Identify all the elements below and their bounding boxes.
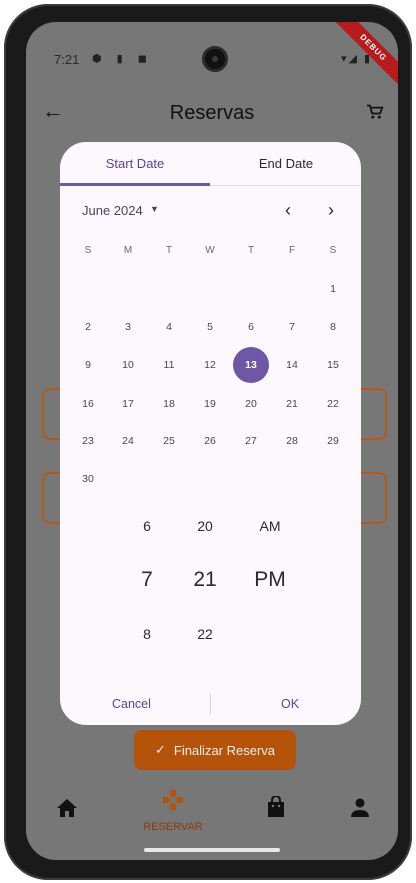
cart-icon[interactable] — [366, 104, 384, 120]
cancel-button[interactable]: Cancel — [112, 697, 151, 711]
hour-prev[interactable]: 6 — [132, 518, 162, 534]
day-cell[interactable]: 27 — [233, 423, 269, 459]
weekday-sun: S — [84, 245, 92, 256]
page-title: Reservas — [169, 102, 255, 124]
bottom-nav: RESERVAR — [26, 782, 398, 838]
month-year-selector[interactable]: June 2024 — [82, 203, 143, 218]
weekday-sat: S — [329, 245, 337, 256]
weekday-fri: F — [288, 245, 296, 256]
status-time: 7:21 — [54, 52, 80, 67]
minute-prev[interactable]: 20 — [190, 518, 220, 534]
minute-selected[interactable]: 21 — [188, 568, 222, 592]
day-cell[interactable]: 8 — [315, 309, 351, 345]
day-cell[interactable]: 6 — [233, 309, 269, 345]
tab-start-date[interactable]: Start Date — [60, 156, 210, 171]
next-month-icon[interactable]: › — [328, 200, 334, 221]
day-cell[interactable]: 28 — [274, 423, 310, 459]
day-cell[interactable]: 14 — [274, 347, 310, 383]
status-bar: 7:21 ⬢ ▮ ◼ ▾◢ ▮ DEBUG — [26, 22, 398, 93]
finalize-reservation-label: Finalizar Reserva — [173, 742, 276, 758]
nav-item-reservar[interactable]: RESERVAR — [138, 788, 208, 833]
day-cell[interactable]: 3 — [110, 309, 146, 345]
weekday-wed: W — [205, 245, 215, 256]
day-cell[interactable]: 17 — [110, 386, 146, 422]
day-cell[interactable]: 7 — [274, 309, 310, 345]
day-cell[interactable]: 12 — [192, 347, 228, 383]
nav-item-bag[interactable] — [266, 795, 286, 823]
period-prev[interactable]: AM — [250, 518, 290, 534]
home-icon — [57, 799, 77, 817]
tab-indicator — [60, 183, 210, 186]
actions-divider — [210, 694, 211, 714]
nav-item-profile[interactable] — [350, 798, 370, 823]
date-tabs: Start Date End Date — [60, 142, 361, 186]
hour-selected[interactable]: 7 — [132, 568, 162, 592]
day-cell[interactable]: 20 — [233, 386, 269, 422]
day-cell[interactable]: 9 — [70, 347, 106, 383]
bag-icon — [268, 795, 284, 817]
app-bar: ← Reservas — [26, 88, 398, 144]
month-header: June 2024 ▼ ‹ › — [82, 200, 347, 222]
nav-label-reservar: RESERVAR — [143, 821, 203, 833]
hour-next[interactable]: 8 — [132, 626, 162, 642]
day-cell[interactable]: 2 — [70, 309, 106, 345]
weekday-mon: M — [123, 245, 133, 256]
tab-end-date[interactable]: End Date — [211, 156, 361, 171]
day-cell[interactable]: 10 — [110, 347, 146, 383]
ok-button[interactable]: OK — [281, 697, 299, 711]
day-cell[interactable]: 30 — [70, 461, 106, 497]
nav-item-home[interactable] — [56, 798, 78, 823]
day-cell[interactable]: 26 — [192, 423, 228, 459]
day-cell[interactable]: 4 — [151, 309, 187, 345]
notification-icons: ⬢ ▮ ◼ — [92, 53, 153, 65]
day-cell[interactable]: 21 — [274, 386, 310, 422]
selected-day[interactable]: 13 — [233, 347, 269, 383]
camera-icon — [202, 46, 228, 72]
minute-next[interactable]: 22 — [190, 626, 220, 642]
day-cell[interactable]: 24 — [110, 423, 146, 459]
dropdown-caret-icon[interactable]: ▼ — [150, 204, 159, 214]
home-indicator[interactable] — [144, 848, 280, 852]
gamepad-icon — [163, 790, 183, 810]
day-cell[interactable]: 22 — [315, 386, 351, 422]
weekday-thu: T — [247, 245, 255, 256]
day-cell[interactable]: 18 — [151, 386, 187, 422]
person-icon — [351, 798, 369, 817]
period-selected[interactable]: PM — [245, 568, 295, 592]
day-cell[interactable]: 16 — [70, 386, 106, 422]
finalize-reservation-button[interactable]: ✓ Finalizar Reserva — [134, 730, 296, 770]
day-cell[interactable]: 19 — [192, 386, 228, 422]
date-picker-dialog: Start Date End Date June 2024 ▼ ‹ › S M … — [60, 142, 361, 725]
weekday-tue: T — [165, 245, 173, 256]
day-cell[interactable]: 29 — [315, 423, 351, 459]
day-cell[interactable]: 11 — [151, 347, 187, 383]
previous-month-icon[interactable]: ‹ — [285, 200, 291, 221]
day-cell[interactable]: 5 — [192, 309, 228, 345]
check-icon: ✓ — [154, 742, 166, 757]
day-cell[interactable]: 23 — [70, 423, 106, 459]
day-cell[interactable]: 25 — [151, 423, 187, 459]
day-cell[interactable]: 15 — [315, 347, 351, 383]
day-cell[interactable]: 1 — [315, 271, 351, 307]
